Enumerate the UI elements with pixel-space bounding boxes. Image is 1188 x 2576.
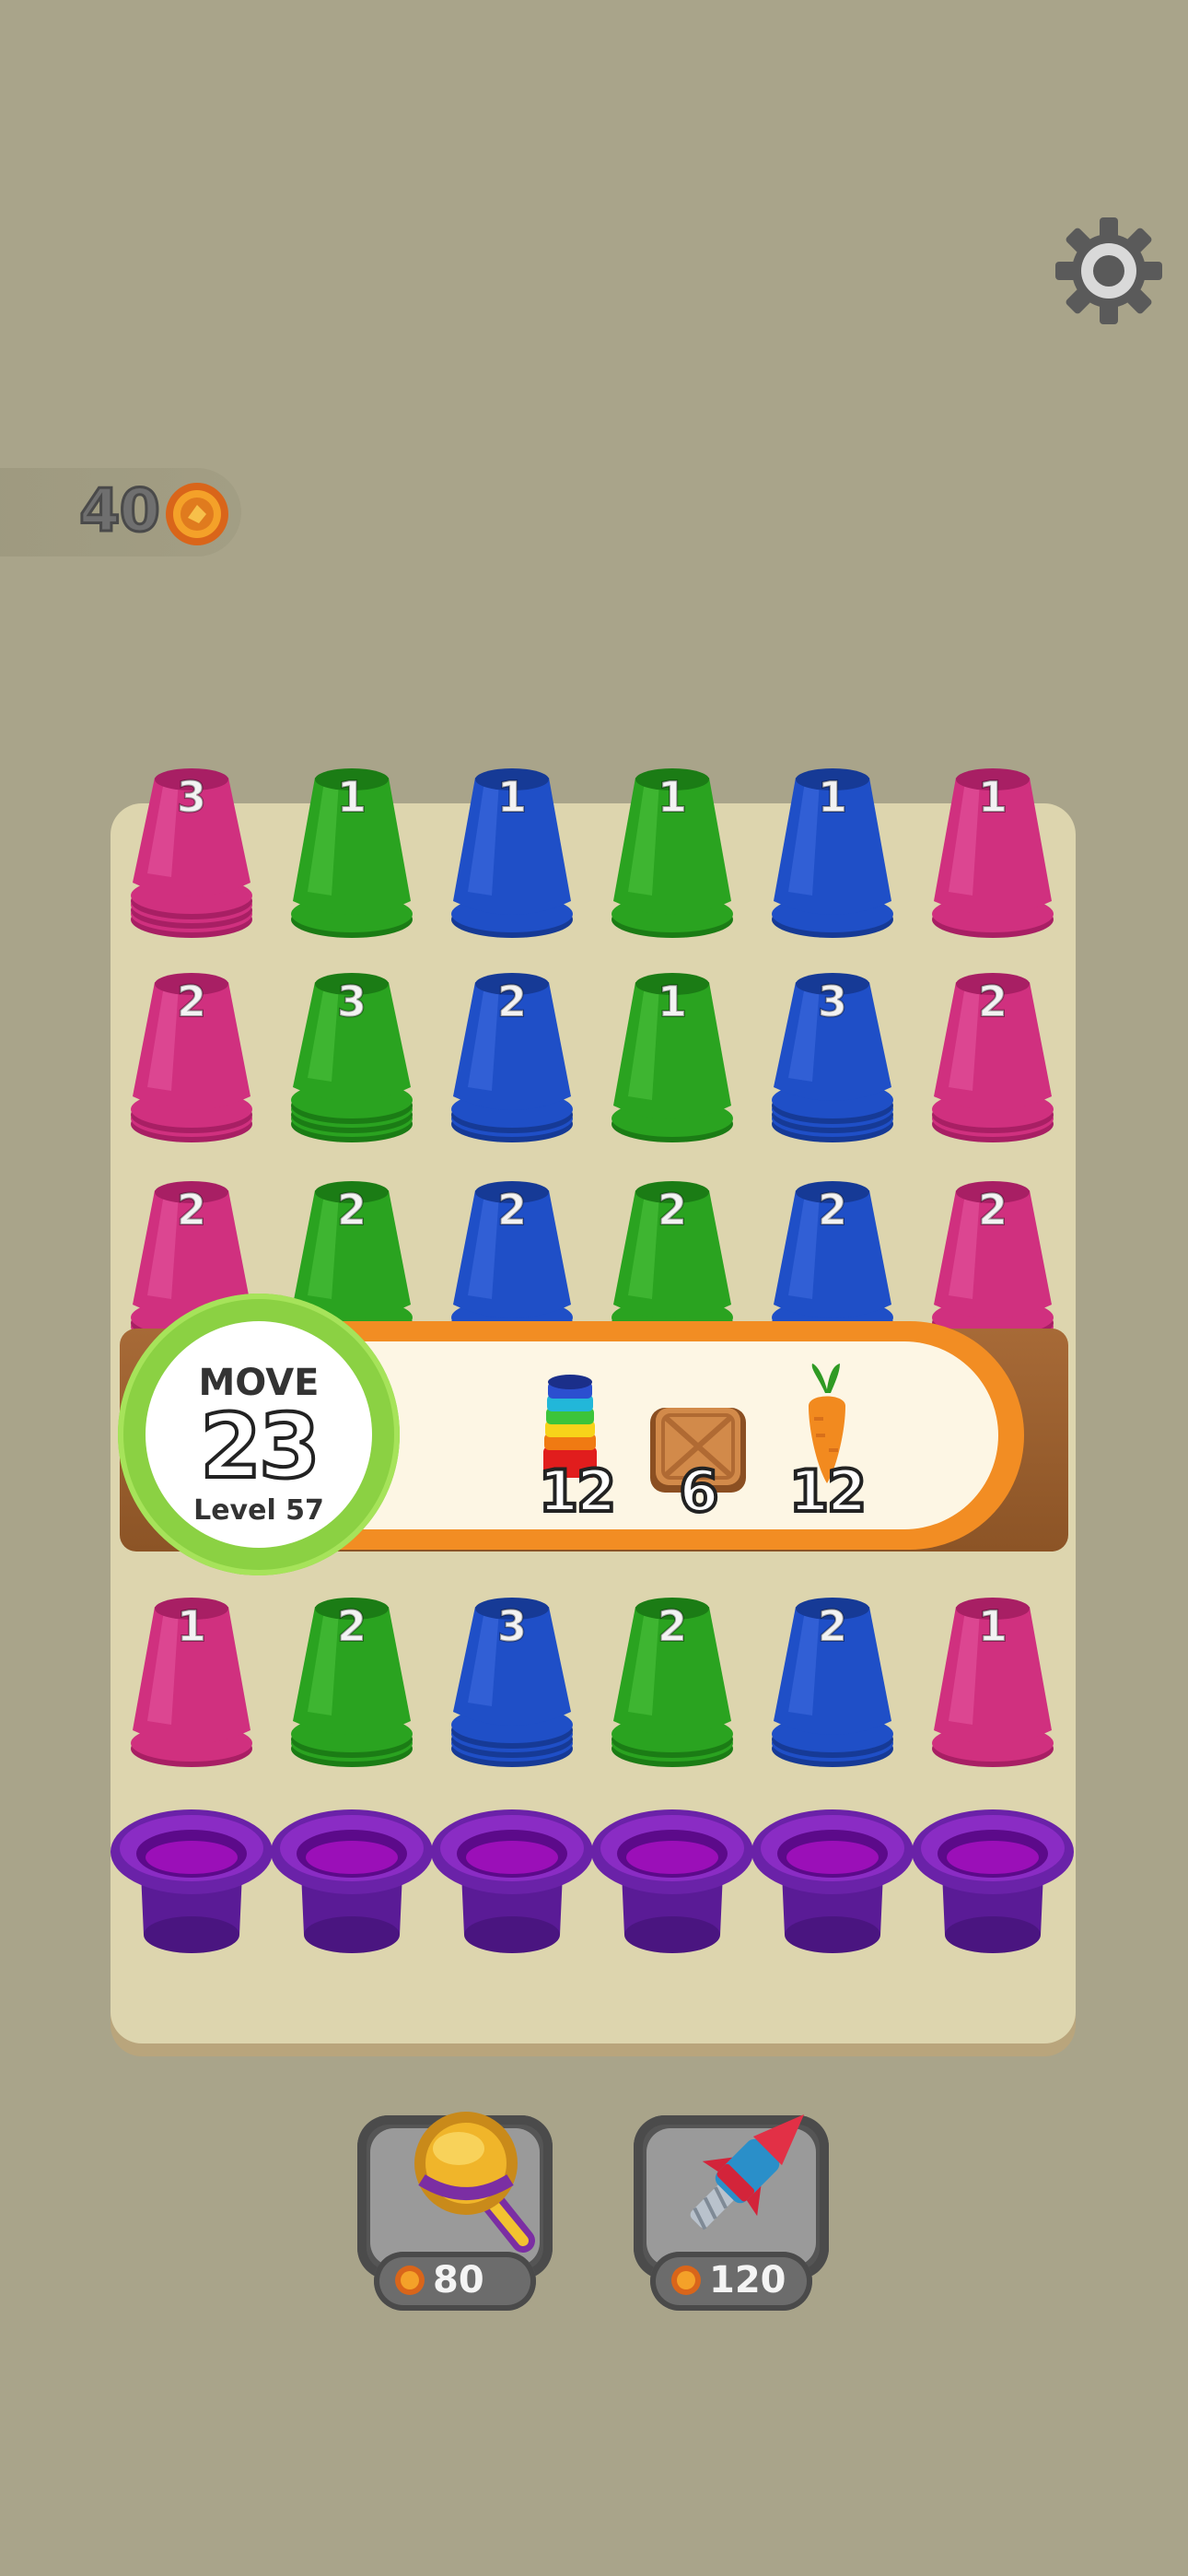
cup-count: 2 bbox=[977, 976, 1008, 1027]
cup-stack[interactable]: 2 bbox=[608, 1592, 737, 1767]
cup-stack[interactable]: 2 bbox=[127, 967, 256, 1142]
settings-button[interactable] bbox=[1052, 214, 1166, 328]
cup-count: 2 bbox=[176, 976, 207, 1027]
cup-stack[interactable]: 2 bbox=[768, 1592, 897, 1767]
cup-count: 2 bbox=[496, 1184, 528, 1235]
level-label: Level 57 bbox=[193, 1494, 324, 1527]
cup-stack[interactable]: 3 bbox=[127, 763, 256, 938]
cup-stack[interactable]: 1 bbox=[768, 763, 897, 938]
magic-hat[interactable] bbox=[750, 1787, 915, 1962]
coin-count: 40 bbox=[77, 476, 161, 547]
goal-carrot: 12 bbox=[772, 1358, 882, 1527]
rocket-booster[interactable]: 120 bbox=[634, 2113, 829, 2311]
hat-icon bbox=[912, 1809, 1074, 1953]
cup-count: 3 bbox=[496, 1600, 528, 1652]
magic-hat[interactable] bbox=[589, 1787, 755, 1962]
gear-icon bbox=[1055, 217, 1162, 324]
cup-count: 2 bbox=[817, 1600, 848, 1652]
cup-stack[interactable]: 3 bbox=[768, 967, 897, 1142]
cup-count: 3 bbox=[817, 976, 848, 1027]
cup-stack[interactable]: 3 bbox=[448, 1592, 577, 1767]
booster-price: 80 bbox=[433, 2259, 484, 2301]
coin-icon bbox=[671, 2266, 701, 2295]
cup-count: 2 bbox=[977, 1184, 1008, 1235]
goal-count: 12 bbox=[537, 1456, 618, 1527]
cup-count: 2 bbox=[817, 1184, 848, 1235]
rocket-icon bbox=[690, 2113, 805, 2231]
cup-stack[interactable]: 1 bbox=[127, 1592, 256, 1767]
magnifier-icon bbox=[414, 2112, 535, 2253]
cup-stack[interactable]: 1 bbox=[448, 763, 577, 938]
goal-count: 6 bbox=[677, 1456, 720, 1527]
cup-count: 1 bbox=[336, 771, 367, 823]
magic-hat[interactable] bbox=[429, 1787, 595, 1962]
cup-count: 1 bbox=[977, 771, 1008, 823]
goal-count: 12 bbox=[787, 1456, 868, 1527]
booster-price: 120 bbox=[709, 2259, 786, 2301]
cup-count: 1 bbox=[657, 771, 688, 823]
move-count: 23 bbox=[198, 1393, 322, 1500]
cup-count: 1 bbox=[817, 771, 848, 823]
cup-count: 2 bbox=[176, 1184, 207, 1235]
hat-icon bbox=[111, 1809, 273, 1953]
magnifier-booster[interactable]: 80 bbox=[357, 2112, 553, 2311]
cup-count: 3 bbox=[336, 976, 367, 1027]
cup-stack[interactable]: 3 bbox=[287, 967, 416, 1142]
cup-count: 2 bbox=[657, 1600, 688, 1652]
hat-icon bbox=[271, 1809, 433, 1953]
coin-icon bbox=[395, 2266, 425, 2295]
cup-count: 2 bbox=[336, 1600, 367, 1652]
move-counter: MOVE 23 Level 57 bbox=[118, 1294, 400, 1575]
cup-stack[interactable]: 1 bbox=[287, 763, 416, 938]
cup-count: 1 bbox=[977, 1600, 1008, 1652]
cup-stack[interactable]: 2 bbox=[928, 967, 1057, 1142]
magic-hat[interactable] bbox=[109, 1787, 274, 1962]
cup-stack[interactable]: 2 bbox=[928, 1176, 1057, 1351]
cup-stack[interactable]: 1 bbox=[928, 1592, 1057, 1767]
cup-stack[interactable]: 2 bbox=[287, 1592, 416, 1767]
cup-count: 1 bbox=[657, 976, 688, 1027]
cup-count: 2 bbox=[336, 1184, 367, 1235]
hat-icon bbox=[591, 1809, 753, 1953]
hat-icon bbox=[751, 1809, 914, 1953]
cup-stack[interactable]: 1 bbox=[928, 763, 1057, 938]
magic-hat[interactable] bbox=[910, 1787, 1076, 1962]
coin-counter: 40 bbox=[0, 468, 241, 556]
cup-count: 2 bbox=[657, 1184, 688, 1235]
cup-stack[interactable]: 2 bbox=[448, 967, 577, 1142]
magic-hat[interactable] bbox=[269, 1787, 435, 1962]
hat-icon bbox=[431, 1809, 593, 1953]
coin-icon bbox=[166, 483, 228, 545]
cup-count: 1 bbox=[496, 771, 528, 823]
goal-rainbow-stack: 12 bbox=[514, 1358, 624, 1527]
cup-stack[interactable]: 1 bbox=[608, 967, 737, 1142]
cup-stack[interactable]: 1 bbox=[608, 763, 737, 938]
goal-wooden-crate: 6 bbox=[643, 1358, 753, 1527]
cup-count: 2 bbox=[496, 976, 528, 1027]
cup-count: 1 bbox=[176, 1600, 207, 1652]
cup-count: 3 bbox=[176, 771, 207, 823]
